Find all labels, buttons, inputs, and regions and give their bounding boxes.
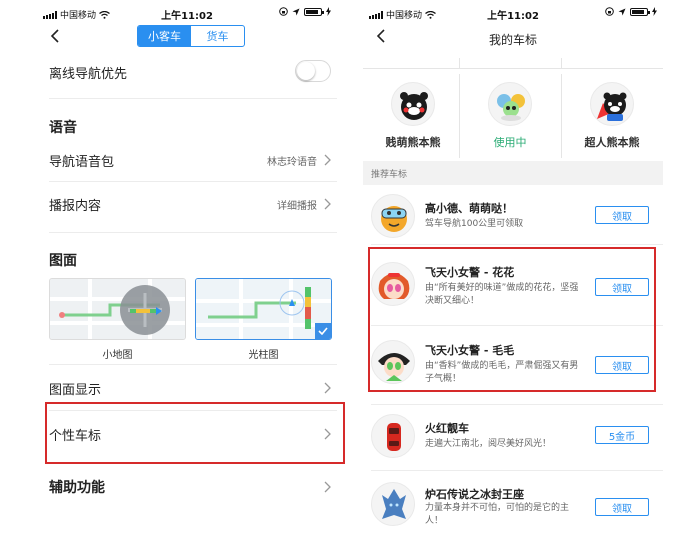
divider — [561, 58, 562, 68]
divider — [459, 74, 460, 158]
kumamon-icon — [391, 82, 435, 126]
battery-icon — [630, 7, 650, 16]
claim-button[interactable]: 领取 — [595, 206, 649, 224]
item-title: 炉石传说之冰封王座 — [425, 488, 524, 501]
divider — [561, 74, 562, 158]
lightbar-option[interactable] — [195, 278, 332, 340]
chevron-right-icon — [324, 382, 331, 394]
voice-pack-row[interactable]: 导航语音包 林志玲语音 — [49, 140, 337, 180]
divider — [371, 404, 663, 405]
offline-nav-row: 离线导航优先 — [49, 52, 337, 92]
assist-row[interactable]: 辅助功能 — [49, 467, 337, 507]
location-arrow-icon — [292, 8, 300, 15]
lightbar-label: 光柱图 — [248, 350, 279, 361]
owned-logo-label: 使用中 — [493, 136, 527, 149]
item-title: 高小德、萌萌哒！ — [425, 202, 513, 215]
item-desc: 驾车导航100公里可领取 — [425, 219, 524, 229]
broadcast-label: 播报内容 — [49, 198, 102, 214]
broadcast-row[interactable]: 播报内容 详细播报 — [49, 184, 337, 224]
list-item: 炉石传说之冰封王座 力量本身并不可怕，可怕的是它的主人！ 领取 — [363, 478, 663, 548]
divider — [371, 244, 663, 245]
lock-rotation-icon — [605, 7, 614, 16]
divider — [49, 232, 337, 233]
highlight-box-car-logo — [45, 402, 345, 464]
goggle-bird-icon — [371, 194, 415, 238]
owned-logo-kumamon[interactable]: 贱萌熊本熊 — [363, 78, 463, 158]
map-display-label: 图面显示 — [49, 382, 102, 398]
charging-icon — [326, 7, 331, 16]
divider — [49, 98, 337, 99]
claim-button[interactable]: 领取 — [595, 498, 649, 516]
nav-bar: 小客车 货车 — [37, 22, 337, 52]
settings-screen: 中国移动 上午11:02 小客车 货车 离线导航优先 语音 导航语音包 林志玲语… — [37, 0, 337, 554]
selected-check-icon — [315, 323, 331, 339]
voice-section-title: 语音 — [49, 120, 77, 136]
voice-pack-value: 林志玲语音 — [267, 156, 317, 168]
minimap-label: 小地图 — [102, 350, 133, 361]
owned-logos-row: 贱萌熊本熊 使用中 超人熊本熊 — [363, 78, 663, 158]
chevron-right-icon — [324, 198, 331, 210]
highlight-box-powerpuff — [368, 247, 656, 392]
item-desc: 走遍大江南北，阅尽美好风光！ — [425, 439, 552, 449]
tab-car[interactable]: 小客车 — [138, 26, 191, 46]
divider — [459, 58, 460, 68]
item-desc: 力量本身并不可怕，可怕的是它的主人！ — [425, 503, 570, 526]
vehicle-type-switch: 小客车 货车 — [137, 25, 245, 47]
nav-bar: 我的车标 — [363, 22, 663, 52]
tab-truck[interactable]: 货车 — [191, 26, 244, 46]
page-title: 我的车标 — [488, 33, 537, 47]
voice-pack-label: 导航语音包 — [49, 154, 115, 170]
minimap-preview — [50, 279, 185, 339]
item-title: 火红靓车 — [425, 422, 469, 435]
lightbar-preview — [196, 279, 331, 339]
chevron-right-icon — [324, 481, 331, 493]
recommend-section-header: 推荐车标 — [363, 161, 663, 185]
divider — [363, 68, 663, 69]
owned-logo-label: 超人熊本熊 — [584, 136, 640, 149]
minimap-option[interactable] — [49, 278, 186, 340]
buy-button[interactable]: 5金币 — [595, 426, 649, 444]
chevron-left-icon — [50, 29, 59, 43]
divider — [49, 181, 337, 182]
back-button[interactable] — [45, 26, 65, 46]
divider — [49, 364, 337, 365]
owned-logo-super-kumamon[interactable]: 超人熊本熊 — [562, 78, 662, 158]
list-item: 火红靓车 走遍大江南北，阅尽美好风光！ 5金币 — [363, 410, 663, 464]
offline-nav-label: 离线导航优先 — [49, 66, 128, 82]
location-arrow-icon — [618, 8, 626, 15]
lich-king-icon — [371, 482, 415, 526]
assist-label: 辅助功能 — [49, 480, 105, 496]
chevron-right-icon — [324, 154, 331, 166]
offline-nav-toggle[interactable] — [295, 60, 331, 82]
red-car-icon — [371, 414, 415, 458]
list-item: 高小德、萌萌哒！ 驾车导航100公里可领取 领取 — [363, 190, 663, 244]
map-section-title: 图面 — [49, 253, 77, 269]
lock-rotation-icon — [279, 7, 288, 16]
battery-icon — [304, 7, 324, 16]
broadcast-value: 详细播报 — [277, 200, 317, 212]
powerpuff-icon — [488, 82, 532, 126]
owned-logo-current[interactable]: 使用中 — [460, 78, 560, 158]
owned-logo-label: 贱萌熊本熊 — [385, 136, 441, 149]
super-kumamon-icon — [590, 82, 634, 126]
divider — [371, 470, 663, 471]
charging-icon — [652, 7, 657, 16]
